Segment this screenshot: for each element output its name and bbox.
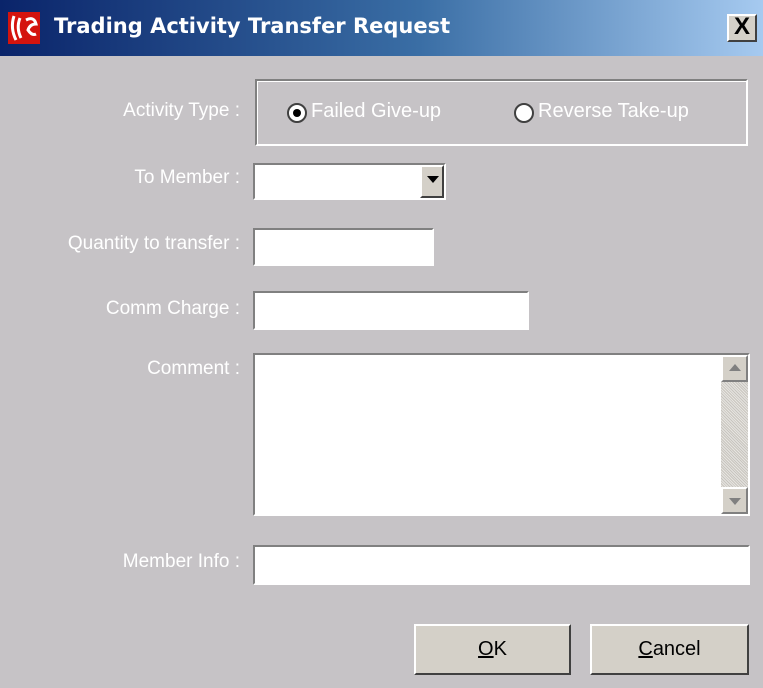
- to-member-label: To Member :: [134, 167, 240, 188]
- member-info-input[interactable]: [255, 547, 748, 583]
- comment-field[interactable]: [253, 353, 750, 516]
- scroll-down-button[interactable]: [721, 487, 748, 514]
- comm-charge-input[interactable]: [255, 293, 527, 328]
- comment-scrollbar[interactable]: [721, 355, 748, 514]
- comment-label: Comment :: [147, 358, 240, 379]
- transfer-request-dialog: Trading Activity Transfer Request X Acti…: [0, 0, 763, 688]
- quantity-input[interactable]: [255, 230, 432, 264]
- quantity-label: Quantity to transfer :: [67, 233, 240, 254]
- window-title: Trading Activity Transfer Request: [54, 14, 451, 38]
- member-info-label: Member Info :: [122, 551, 240, 572]
- app-logo-icon: [8, 12, 40, 44]
- radio-reverse-take-up[interactable]: [514, 103, 534, 123]
- scroll-down-icon: [729, 498, 741, 505]
- cancel-button[interactable]: Cancel: [590, 624, 749, 675]
- comm-charge-label: Comm Charge :: [105, 298, 240, 319]
- activity-type-label: Activity Type :: [123, 100, 240, 121]
- radio-label-reverse-take-up[interactable]: Reverse Take-up: [538, 100, 689, 123]
- ok-button[interactable]: OK: [414, 624, 571, 675]
- radio-label-failed-give-up[interactable]: Failed Give-up: [311, 100, 441, 123]
- to-member-dropdown[interactable]: [253, 163, 446, 200]
- title-bar[interactable]: Trading Activity Transfer Request X: [0, 0, 763, 56]
- scroll-up-icon: [729, 364, 741, 371]
- ok-mnemonic: O: [478, 638, 494, 660]
- dropdown-button[interactable]: [420, 165, 444, 198]
- quantity-field[interactable]: [253, 228, 434, 266]
- radio-failed-give-up[interactable]: [287, 103, 307, 123]
- cancel-label-rest: ancel: [652, 638, 701, 660]
- ok-label-rest: K: [493, 638, 507, 660]
- close-icon: X: [733, 13, 750, 40]
- to-member-input[interactable]: [255, 165, 444, 198]
- chevron-down-icon: [427, 176, 439, 183]
- close-button[interactable]: X: [727, 13, 757, 42]
- comment-textarea[interactable]: [255, 355, 721, 514]
- cancel-mnemonic: C: [638, 638, 653, 660]
- comm-charge-field[interactable]: [253, 291, 529, 330]
- member-info-field[interactable]: [253, 545, 750, 585]
- scroll-up-button[interactable]: [721, 355, 748, 382]
